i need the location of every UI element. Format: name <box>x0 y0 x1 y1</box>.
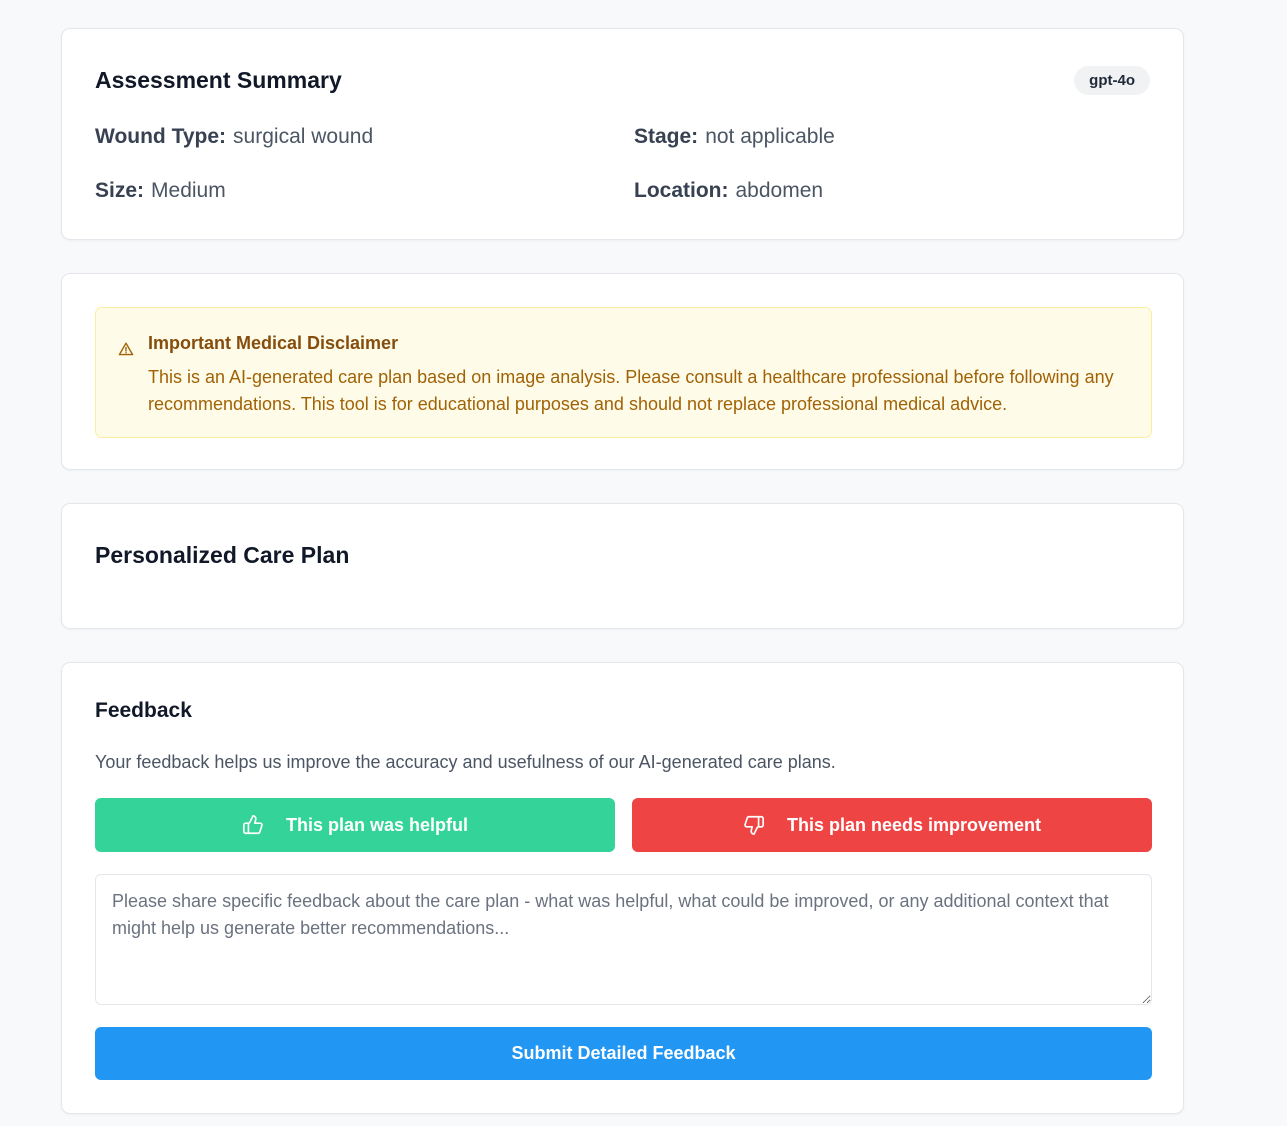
needs-improvement-button[interactable]: This plan needs improvement <box>632 798 1152 852</box>
size-label: Size: <box>95 179 145 202</box>
size-field: Size: Medium <box>95 179 226 203</box>
wound-type-label: Wound Type: <box>95 125 227 148</box>
warning-triangle-icon <box>118 342 134 356</box>
disclaimer-card: Important Medical Disclaimer This is an … <box>61 273 1184 470</box>
location-field: Location: abdomen <box>634 179 823 203</box>
wound-type-field: Wound Type: surgical wound <box>95 125 373 149</box>
care-plan-title: Personalized Care Plan <box>95 542 350 568</box>
feedback-description: Your feedback helps us improve the accur… <box>95 752 836 772</box>
needs-improvement-button-label: This plan needs improvement <box>786 814 1042 835</box>
feedback-textarea[interactable] <box>95 874 1152 1005</box>
location-label: Location: <box>634 179 729 202</box>
feedback-title: Feedback <box>95 699 192 722</box>
stage-label: Stage: <box>634 125 699 148</box>
medical-disclaimer-alert: Important Medical Disclaimer This is an … <box>95 307 1152 438</box>
page: Assessment Summary gpt-4o Wound Type: sur… <box>0 0 1287 1126</box>
stage-value: not applicable <box>705 125 835 148</box>
location-value: abdomen <box>735 179 824 202</box>
helpful-button-label: This plan was helpful <box>285 814 469 835</box>
care-plan-card: Personalized Care Plan <box>61 503 1184 629</box>
assessment-summary-title: Assessment Summary <box>95 67 342 93</box>
feedback-card: Feedback Your feedback helps us improve … <box>61 662 1184 1114</box>
submit-feedback-button[interactable]: Submit Detailed Feedback <box>95 1027 1152 1080</box>
model-badge: gpt-4o <box>1074 66 1150 95</box>
helpful-button[interactable]: This plan was helpful <box>95 798 615 852</box>
size-value: Medium <box>151 179 226 202</box>
wound-type-value: surgical wound <box>233 125 374 148</box>
disclaimer-title: Important Medical Disclaimer <box>148 333 399 353</box>
disclaimer-body: This is an AI-generated care plan based … <box>148 367 1114 414</box>
thumbs-down-icon <box>744 815 764 835</box>
stage-field: Stage: not applicable <box>634 125 835 149</box>
assessment-summary-card: Assessment Summary gpt-4o Wound Type: sur… <box>61 28 1184 240</box>
thumbs-up-icon <box>242 815 263 835</box>
